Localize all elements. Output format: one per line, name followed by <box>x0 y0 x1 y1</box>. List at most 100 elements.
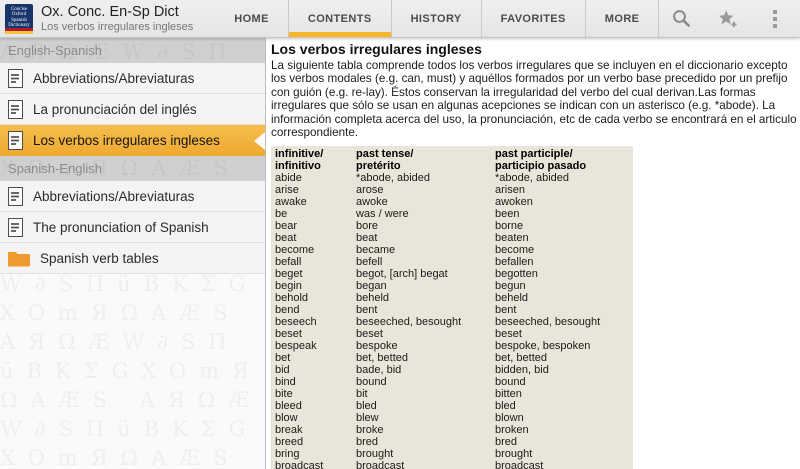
folder-icon <box>8 250 30 267</box>
sidebar-item-label: Abbreviations/Abreviaturas <box>33 70 195 86</box>
sidebar-item-label: The pronunciation of Spanish <box>33 219 209 235</box>
document-icon <box>8 131 23 150</box>
document-icon <box>8 68 23 88</box>
table-cell: befell <box>356 256 383 269</box>
table-cell: begun <box>495 280 526 293</box>
table-cell: bound <box>356 376 387 389</box>
section-header-english-spanish: English-Spanish <box>0 38 265 63</box>
table-cell: begot, [arch] begat <box>356 268 448 281</box>
table-cell: abide <box>275 172 302 185</box>
table-cell: bear <box>275 220 298 233</box>
table-cell: broadcast <box>356 460 405 469</box>
table-cell: bidden, bid <box>495 364 549 377</box>
table-cell: bred <box>356 436 379 449</box>
table-cell: broadcast <box>275 460 324 469</box>
table-cell: bite <box>275 388 293 401</box>
table-cell: bespeak <box>275 340 317 353</box>
tab-home[interactable]: HOME <box>215 0 288 37</box>
table-cell: bet, betted <box>356 352 408 365</box>
tab-contents[interactable]: CONTENTS <box>287 0 391 37</box>
table-cell: bred <box>495 436 518 449</box>
table-cell: bore <box>356 220 379 233</box>
table-cell: begotten <box>495 268 538 281</box>
table-cell: bled <box>495 400 516 413</box>
table-cell: beset <box>356 328 383 341</box>
table-cell: begin <box>275 280 302 293</box>
table-cell: *abode, abided <box>495 172 570 185</box>
table-cell: bent <box>356 304 378 317</box>
table-cell: bring <box>275 448 300 461</box>
table-cell: breed <box>275 436 304 449</box>
table-cell: arise <box>275 184 299 197</box>
table-cell: bet <box>275 352 291 365</box>
table-cell: bespoke <box>356 340 398 353</box>
table-cell: blown <box>495 412 524 425</box>
table-cell: beget <box>275 268 303 281</box>
table-cell: became <box>356 244 396 257</box>
contents-sidebar: AЯΩÆW∂SΠüBKΣGXOmЯΩAÆS AЯΩÆW∂SΠüBKΣGXOmЯΩ… <box>0 38 266 469</box>
app-title: Ox. Conc. En-Sp Dict <box>41 3 179 20</box>
sidebar-item-label: Abbreviations/Abreviaturas <box>33 188 195 204</box>
search-icon[interactable] <box>671 9 691 29</box>
table-cell: beat <box>356 232 378 245</box>
content-panel[interactable]: Los verbos irregulares ingleses La sigui… <box>266 38 800 469</box>
table-cell: was / were <box>356 208 409 221</box>
table-cell: blew <box>356 412 379 425</box>
sidebar-item[interactable]: Los verbos irregulares ingleses <box>0 125 265 156</box>
sidebar-item[interactable]: Abbreviations/Abreviaturas <box>0 181 265 212</box>
table-cell: behold <box>275 292 309 305</box>
table-cell: broken <box>495 424 529 437</box>
table-cell: beheld <box>495 292 529 305</box>
tab-history[interactable]: HISTORY <box>390 0 481 37</box>
main-split: AЯΩÆW∂SΠüBKΣGXOmЯΩAÆS AЯΩÆW∂SΠüBKΣGXOmЯΩ… <box>0 38 800 469</box>
table-cell: beheld <box>356 292 390 305</box>
table-cell: brought <box>356 448 394 461</box>
table-cell: awoken <box>495 196 533 209</box>
col-header-past-participle: past participle/participio pasado <box>495 148 587 173</box>
actionbar-icons <box>671 0 800 37</box>
table-cell: beset <box>275 328 302 341</box>
sidebar-item[interactable]: Spanish verb tables <box>0 243 265 274</box>
table-cell: awoke <box>356 196 388 209</box>
sidebar-item-label: La pronunciación del inglés <box>33 101 197 117</box>
table-cell: beseech <box>275 316 317 329</box>
table-cell: arose <box>356 184 384 197</box>
favorite-add-icon[interactable] <box>718 9 738 29</box>
table-cell: beset <box>495 328 522 341</box>
document-icon <box>8 99 23 119</box>
sidebar-item[interactable]: The pronunciation of Spanish <box>0 212 265 243</box>
table-cell: break <box>275 424 303 437</box>
logo-yellow-stripe <box>5 31 33 34</box>
app-logo-icon[interactable]: Concise Oxford Spanish Dictionary <box>5 4 33 34</box>
table-cell: beat <box>275 232 297 245</box>
sidebar-item-label: Spanish verb tables <box>40 250 159 266</box>
table-cell: befall <box>275 256 302 269</box>
table-cell: bid <box>275 364 290 377</box>
table-cell: bespoke, bespoken <box>495 340 591 353</box>
section-header-spanish-english: Spanish-English <box>0 156 265 181</box>
table-cell: blow <box>275 412 298 425</box>
table-cell: been <box>495 208 520 221</box>
table-cell: bit <box>356 388 368 401</box>
tab-favorites[interactable]: FAVORITES <box>480 0 585 37</box>
irregular-verbs-table: infinitive/infinitivo past tense/pretéri… <box>271 146 633 469</box>
sidebar-item[interactable]: Abbreviations/Abreviaturas <box>0 63 265 94</box>
sidebar-list: English-Spanish Abbreviations/Abreviatura… <box>0 38 265 274</box>
table-cell: began <box>356 280 387 293</box>
table-cell: brought <box>495 448 533 461</box>
table-cell: *abode, abided <box>356 172 431 185</box>
sidebar-item-label: Los verbos irregulares ingleses <box>33 133 220 148</box>
intro-paragraph: La siguiente tabla comprende todos los v… <box>271 59 797 140</box>
document-icon <box>8 217 23 237</box>
app-logo-text: Concise Oxford Spanish Dictionary <box>8 7 30 29</box>
table-cell: awake <box>275 196 307 209</box>
action-bar: Concise Oxford Spanish Dictionary Ox. Co… <box>0 0 800 38</box>
table-cell: arisen <box>495 184 525 197</box>
overflow-menu-icon[interactable] <box>765 9 785 29</box>
table-cell: bitten <box>495 388 522 401</box>
tab-more[interactable]: MORE <box>584 0 660 37</box>
table-cell: become <box>495 244 535 257</box>
table-cell: beaten <box>495 232 529 245</box>
table-cell: beseeched, besought <box>495 316 601 329</box>
sidebar-item[interactable]: La pronunciación del inglés <box>0 94 265 125</box>
